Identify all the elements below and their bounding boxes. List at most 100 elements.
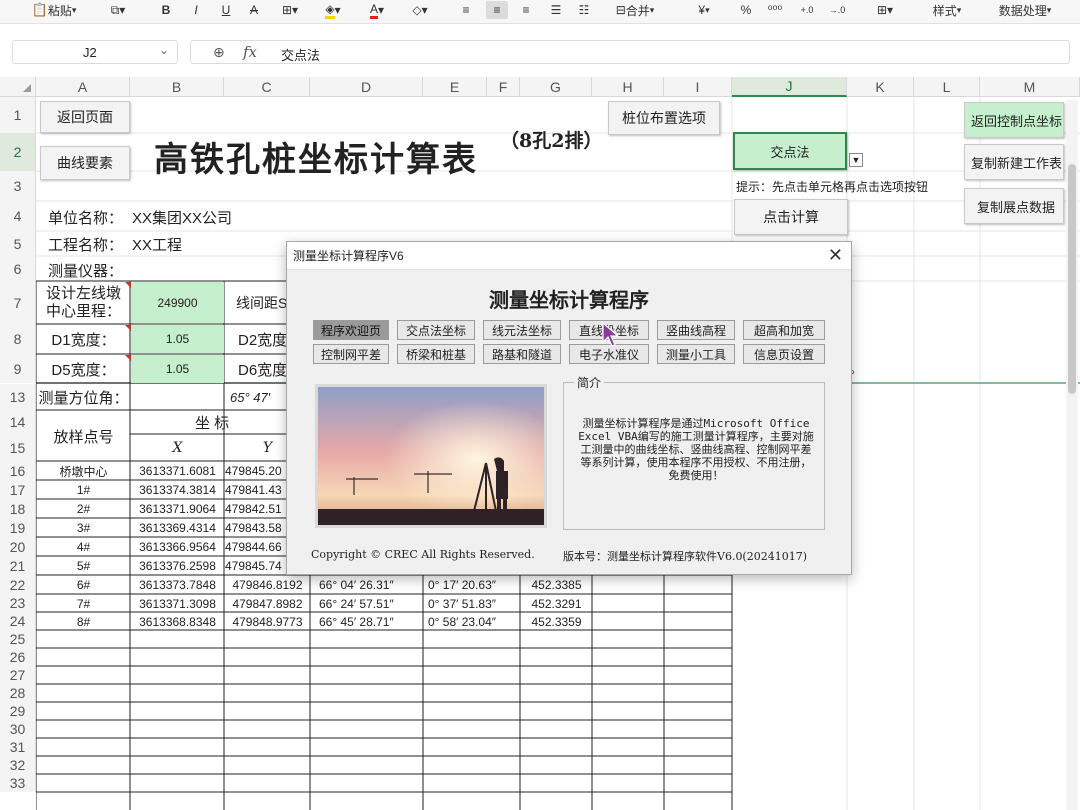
italic-button[interactable]: I (186, 1, 206, 19)
column-header-d[interactable]: D (310, 77, 423, 97)
distance-cell[interactable]: 452.3291 (521, 595, 592, 612)
styles-button[interactable]: 样式 ▾ (926, 1, 968, 19)
deflection-cell[interactable]: 0° 58′ 23.04″ (424, 613, 520, 630)
column-header-i[interactable]: I (664, 77, 732, 97)
mileage-value[interactable]: 249900 (131, 282, 224, 323)
x-cell[interactable]: 3613376.2598 (131, 557, 224, 575)
row-header[interactable]: 28 (0, 684, 36, 702)
deflection-cell[interactable]: 0° 37′ 51.83″ (424, 595, 520, 612)
paste-button[interactable]: 📋 粘贴 ▾ (28, 1, 80, 19)
magnifier-icon[interactable]: ⊕ (213, 44, 225, 61)
y-cell[interactable]: 479841.43 (225, 481, 287, 499)
row-header[interactable]: 5 (0, 231, 36, 256)
row-header[interactable]: 9 (0, 354, 36, 383)
return-control-points-button[interactable]: 返回控制点坐标 (964, 102, 1064, 138)
tab-element-coords[interactable]: 线元法坐标 (483, 320, 561, 340)
point-cell[interactable]: 7# (37, 595, 130, 612)
column-header-c[interactable]: C (224, 77, 310, 97)
row-header[interactable]: 7 (0, 281, 36, 324)
row-header[interactable]: 13 (0, 384, 36, 410)
thousands-button[interactable]: ⁰⁰⁰ (764, 1, 786, 19)
y-cell[interactable]: 479846.8192 (225, 576, 310, 594)
copy-new-sheet-button[interactable]: 复制新建工作表 (964, 144, 1064, 180)
row-header[interactable]: 29 (0, 702, 36, 720)
d5-value[interactable]: 1.05 (131, 355, 224, 383)
point-cell[interactable]: 1# (37, 481, 130, 499)
font-color-button[interactable]: A ▾ (360, 1, 394, 19)
row-header[interactable]: 26 (0, 648, 36, 666)
angle-cell[interactable]: 66° 45′ 28.71″ (311, 613, 423, 630)
table-format-button[interactable]: ⊞▾ (868, 1, 902, 19)
y-cell[interactable]: 479845.74 (225, 557, 287, 575)
column-header-e[interactable]: E (423, 77, 487, 97)
point-cell[interactable]: 5# (37, 557, 130, 575)
x-cell[interactable]: 3613371.6081 (131, 462, 224, 480)
scrollbar-thumb[interactable] (1068, 164, 1076, 394)
row-header[interactable]: 14 (0, 410, 36, 434)
tab-bridge-piles[interactable]: 桥梁和桩基 (397, 344, 475, 364)
x-cell[interactable]: 3613371.9064 (131, 500, 224, 518)
tab-survey-tools[interactable]: 测量小工具 (657, 344, 735, 364)
y-cell[interactable]: 479844.66 (225, 538, 287, 556)
x-cell[interactable]: 3613368.8348 (131, 613, 224, 630)
name-box[interactable]: J2 ⌄ (12, 40, 178, 64)
dropdown-arrow-icon[interactable]: ▼ (849, 153, 863, 167)
chevron-down-icon[interactable]: ⌄ (159, 43, 169, 57)
tab-network-adjustment[interactable]: 控制网平差 (313, 344, 389, 364)
copy-point-data-button[interactable]: 复制展点数据 (964, 188, 1064, 224)
distribute-button[interactable]: ☷ (574, 1, 594, 19)
column-header-h[interactable]: H (592, 77, 664, 97)
row-header[interactable]: 18 (0, 499, 36, 518)
row-header[interactable]: 1 (0, 97, 36, 133)
column-header-k[interactable]: K (847, 77, 914, 97)
dialog-title-bar[interactable]: 测量坐标计算程序V6 ✕ (287, 242, 851, 270)
row-header[interactable]: 31 (0, 738, 36, 756)
y-cell[interactable]: 479843.58 (225, 519, 287, 537)
method-cell[interactable]: 交点法 (733, 132, 847, 170)
tab-intersection-coords[interactable]: 交点法坐标 (397, 320, 475, 340)
tab-welcome[interactable]: 程序欢迎页 (313, 320, 389, 340)
row-header[interactable]: 32 (0, 756, 36, 774)
angle-cell[interactable]: 66° 04′ 26.31″ (311, 576, 423, 594)
x-cell[interactable]: 3613371.3098 (131, 595, 224, 612)
column-header-j[interactable]: J (732, 77, 847, 97)
pile-layout-options-button[interactable]: 桩位布置选项 (608, 101, 720, 135)
justify-button[interactable]: ☰ (546, 1, 566, 19)
tab-vertical-curve[interactable]: 竖曲线高程 (657, 320, 735, 340)
decrease-decimal-button[interactable]: →.0 (826, 1, 848, 19)
row-header[interactable]: 16 (0, 461, 36, 480)
row-header[interactable]: 23 (0, 594, 36, 612)
row-header[interactable]: 15 (0, 434, 36, 461)
x-cell[interactable]: 3613373.7848 (131, 576, 224, 594)
row-header[interactable]: 2 (0, 133, 36, 171)
row-header[interactable]: 33 (0, 774, 36, 792)
column-header-b[interactable]: B (130, 77, 224, 97)
y-cell[interactable]: 479845.20 (225, 462, 287, 480)
row-header[interactable]: 8 (0, 324, 36, 354)
tab-info-settings[interactable]: 信息页设置 (743, 344, 825, 364)
column-header-f[interactable]: F (487, 77, 520, 97)
row-header[interactable]: 6 (0, 256, 36, 281)
data-process-button[interactable]: 数据处理 ▾ (990, 1, 1060, 19)
x-cell[interactable]: 3613369.4314 (131, 519, 224, 537)
row-header[interactable]: 27 (0, 666, 36, 684)
y-cell[interactable]: 479847.8982 (225, 595, 310, 612)
align-left-button[interactable]: ≡ (456, 1, 476, 19)
calculate-button[interactable]: 点击计算 (734, 199, 848, 235)
point-cell[interactable]: 6# (37, 576, 130, 594)
row-header[interactable]: 24 (0, 612, 36, 630)
angle-cell[interactable]: 66° 24′ 57.51″ (311, 595, 423, 612)
point-cell[interactable]: 2# (37, 500, 130, 518)
distance-cell[interactable]: 452.3359 (521, 613, 592, 630)
bold-button[interactable]: B (156, 1, 176, 19)
row-header[interactable]: 20 (0, 537, 36, 556)
y-cell[interactable]: 479842.51 (225, 500, 287, 518)
border-button[interactable]: ⊞▾ (274, 1, 306, 19)
point-cell[interactable]: 3# (37, 519, 130, 537)
align-center-button[interactable]: ≡ (486, 1, 508, 19)
format-painter-button[interactable]: ⧉▾ (100, 1, 136, 19)
percent-button[interactable]: % (736, 1, 756, 19)
curve-elements-button[interactable]: 曲线要素 (40, 146, 130, 180)
column-header-g[interactable]: G (520, 77, 592, 97)
merge-button[interactable]: ⊟ 合并 ▾ (604, 1, 666, 19)
